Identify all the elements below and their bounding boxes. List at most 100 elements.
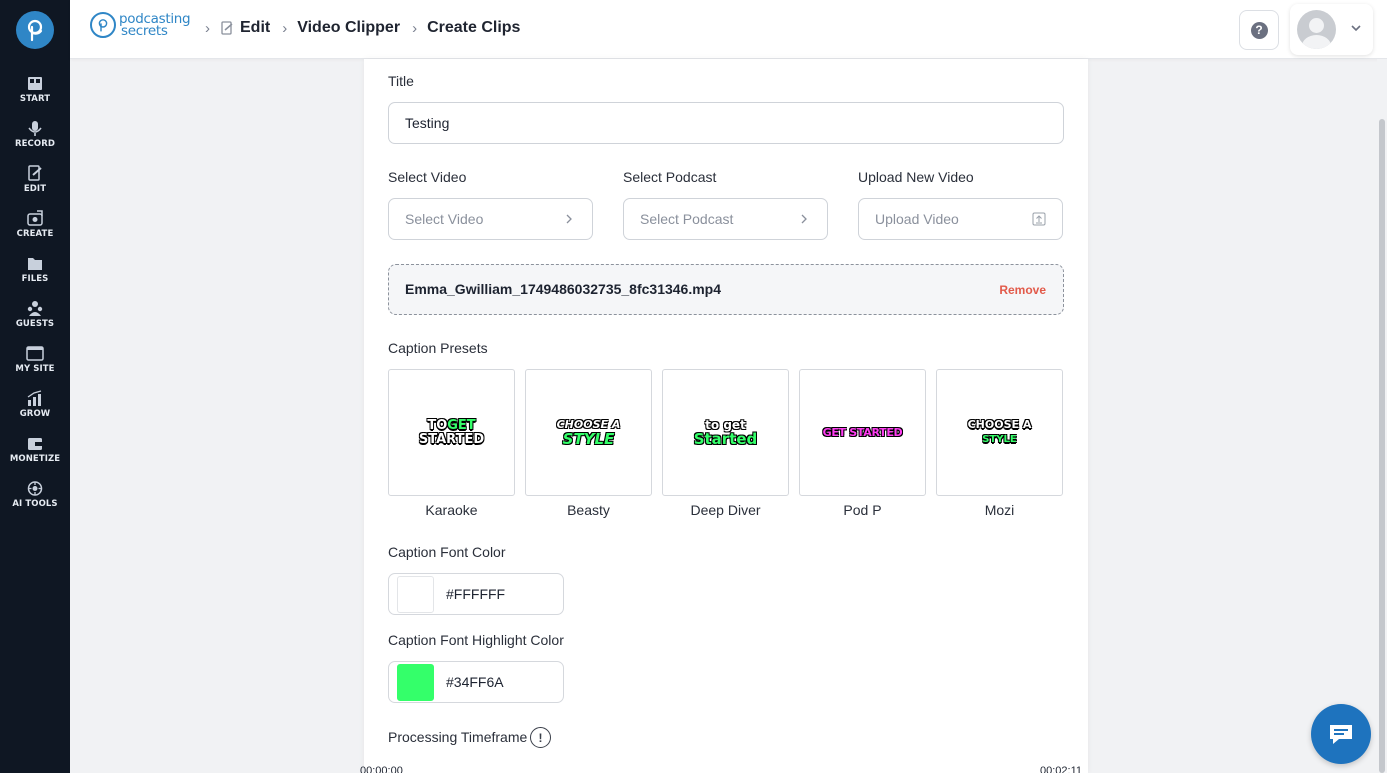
preset-name: Deep Diver	[690, 502, 761, 518]
highlight-color-swatch[interactable]	[397, 664, 434, 701]
sidebar: START RECORD EDIT CREATE FILES GUESTS MY…	[0, 0, 70, 773]
font-color-picker[interactable]: #FFFFFF	[388, 573, 564, 615]
brand-mark-icon	[90, 12, 116, 38]
microphone-icon	[28, 121, 42, 136]
files-icon	[28, 258, 42, 270]
ai-icon	[27, 481, 43, 496]
sidebar-label: MY SITE	[15, 364, 55, 374]
preset-name: Mozi	[984, 502, 1015, 518]
select-podcast-placeholder: Select Podcast	[640, 211, 734, 227]
breadcrumb-video-clipper[interactable]: Video Clipper	[297, 19, 400, 37]
timeframe-end: 00:02:11	[1040, 765, 1083, 773]
timeframe-label: Processing Timeframe	[388, 729, 528, 745]
caption-presets-label: Caption Presets	[388, 340, 488, 356]
title-label: Title	[388, 73, 414, 89]
sidebar-label: RECORD	[14, 139, 56, 149]
sidebar-item-my-site[interactable]: MY SITE	[0, 345, 70, 374]
remove-file-button[interactable]: Remove	[999, 283, 1046, 297]
guests-icon	[27, 301, 43, 316]
edit-icon	[221, 20, 233, 35]
sidebar-label: FILES	[21, 274, 49, 284]
select-video-placeholder: Select Video	[405, 211, 484, 227]
chevron-right-icon: ›	[205, 19, 210, 37]
sidebar-label: EDIT	[23, 184, 47, 194]
preset-preview: CHOOSE A STYLE	[556, 417, 621, 448]
sidebar-item-monetize[interactable]: MONETIZE	[0, 435, 70, 464]
timeframe-start: 00:00:00	[360, 765, 403, 773]
breadcrumb-create-clips: Create Clips	[427, 19, 521, 36]
title-input-value: Testing	[405, 115, 450, 131]
highlight-color-value[interactable]: #34FF6A	[446, 674, 504, 690]
preset-deep-diver[interactable]: to get Started	[662, 369, 789, 496]
preset-name: Karaoke	[425, 502, 478, 518]
brand-logo[interactable]: podcasting secrets	[90, 12, 191, 38]
preset-mozi[interactable]: CHOOSE A STYLE	[936, 369, 1063, 496]
title-input[interactable]: Testing	[388, 102, 1064, 144]
chevron-down-icon	[1351, 25, 1361, 32]
chevron-right-icon	[566, 214, 572, 224]
select-video-dropdown[interactable]: Select Video	[388, 198, 593, 240]
app-logo[interactable]	[16, 11, 54, 49]
sidebar-label: AI TOOLS	[12, 499, 58, 509]
select-podcast-dropdown[interactable]: Select Podcast	[623, 198, 828, 240]
scrollbar-thumb[interactable]	[1379, 119, 1385, 773]
sidebar-label: MONETIZE	[9, 454, 61, 464]
create-clip-form: Title Testing Select Video Select Video …	[360, 59, 1088, 773]
edit-icon	[28, 165, 42, 181]
brand-name: podcasting secrets	[119, 12, 191, 38]
font-color-label: Caption Font Color	[388, 544, 506, 560]
sidebar-label: GUESTS	[15, 319, 55, 329]
preset-preview: GET STARTED	[822, 425, 903, 439]
help-button[interactable]: ?	[1239, 10, 1279, 50]
preset-preview: to get Started	[693, 418, 758, 448]
info-icon[interactable]: !	[530, 727, 551, 748]
chevron-right-icon	[801, 214, 807, 224]
chevron-right-icon: ›	[282, 19, 288, 37]
sidebar-item-grow[interactable]: GROW	[0, 390, 70, 419]
chat-icon	[1330, 725, 1352, 744]
selected-file: Emma_Gwilliam_1749486032735_8fc31346.mp4…	[388, 264, 1064, 315]
highlight-color-label: Caption Font Highlight Color	[388, 632, 564, 648]
preset-preview: TOGET STARTED	[418, 417, 485, 447]
sidebar-item-record[interactable]: RECORD	[0, 120, 70, 149]
user-menu[interactable]	[1290, 4, 1373, 55]
upload-icon	[1032, 212, 1046, 226]
chevron-right-icon: ›	[412, 19, 418, 37]
start-icon	[28, 77, 42, 90]
sidebar-item-create[interactable]: CREATE	[0, 210, 70, 239]
top-header: podcasting secrets › Edit › Video Clippe…	[70, 0, 1387, 59]
help-icon: ?	[1250, 21, 1268, 39]
preset-preview: CHOOSE A STYLE	[967, 418, 1032, 445]
monetize-icon	[28, 438, 42, 450]
upload-video-input[interactable]: Upload Video	[858, 198, 1063, 240]
upload-video-label: Upload New Video	[858, 169, 974, 185]
sidebar-label: START	[19, 94, 51, 104]
sidebar-item-start[interactable]: START	[0, 75, 70, 104]
select-video-label: Select Video	[388, 169, 467, 185]
sidebar-item-ai-tools[interactable]: AI TOOLS	[0, 480, 70, 509]
sidebar-label: GROW	[19, 409, 51, 419]
sidebar-item-guests[interactable]: GUESTS	[0, 300, 70, 329]
preset-name: Pod P	[843, 502, 882, 518]
sidebar-label: CREATE	[16, 229, 54, 239]
chat-button[interactable]	[1311, 704, 1371, 764]
file-name: Emma_Gwilliam_1749486032735_8fc31346.mp4	[405, 281, 722, 297]
preset-beasty[interactable]: CHOOSE A STYLE	[525, 369, 652, 496]
select-podcast-label: Select Podcast	[623, 169, 717, 185]
highlight-color-picker[interactable]: #34FF6A	[388, 661, 564, 703]
sidebar-item-edit[interactable]: EDIT	[0, 165, 70, 194]
site-icon	[26, 346, 44, 361]
create-icon	[27, 210, 43, 226]
preset-pod-p[interactable]: GET STARTED	[799, 369, 926, 496]
logo-icon	[27, 19, 43, 42]
upload-video-placeholder: Upload Video	[875, 211, 959, 227]
breadcrumb: › Edit › Video Clipper › Create Clips	[205, 19, 532, 37]
font-color-value[interactable]: #FFFFFF	[446, 586, 505, 602]
sidebar-item-files[interactable]: FILES	[0, 255, 70, 284]
preset-name: Beasty	[567, 502, 610, 518]
breadcrumb-edit[interactable]: Edit	[240, 19, 270, 37]
preset-karaoke[interactable]: TOGET STARTED	[388, 369, 515, 496]
avatar	[1297, 10, 1336, 49]
scrollbar[interactable]	[1377, 59, 1387, 773]
font-color-swatch[interactable]	[397, 576, 434, 613]
